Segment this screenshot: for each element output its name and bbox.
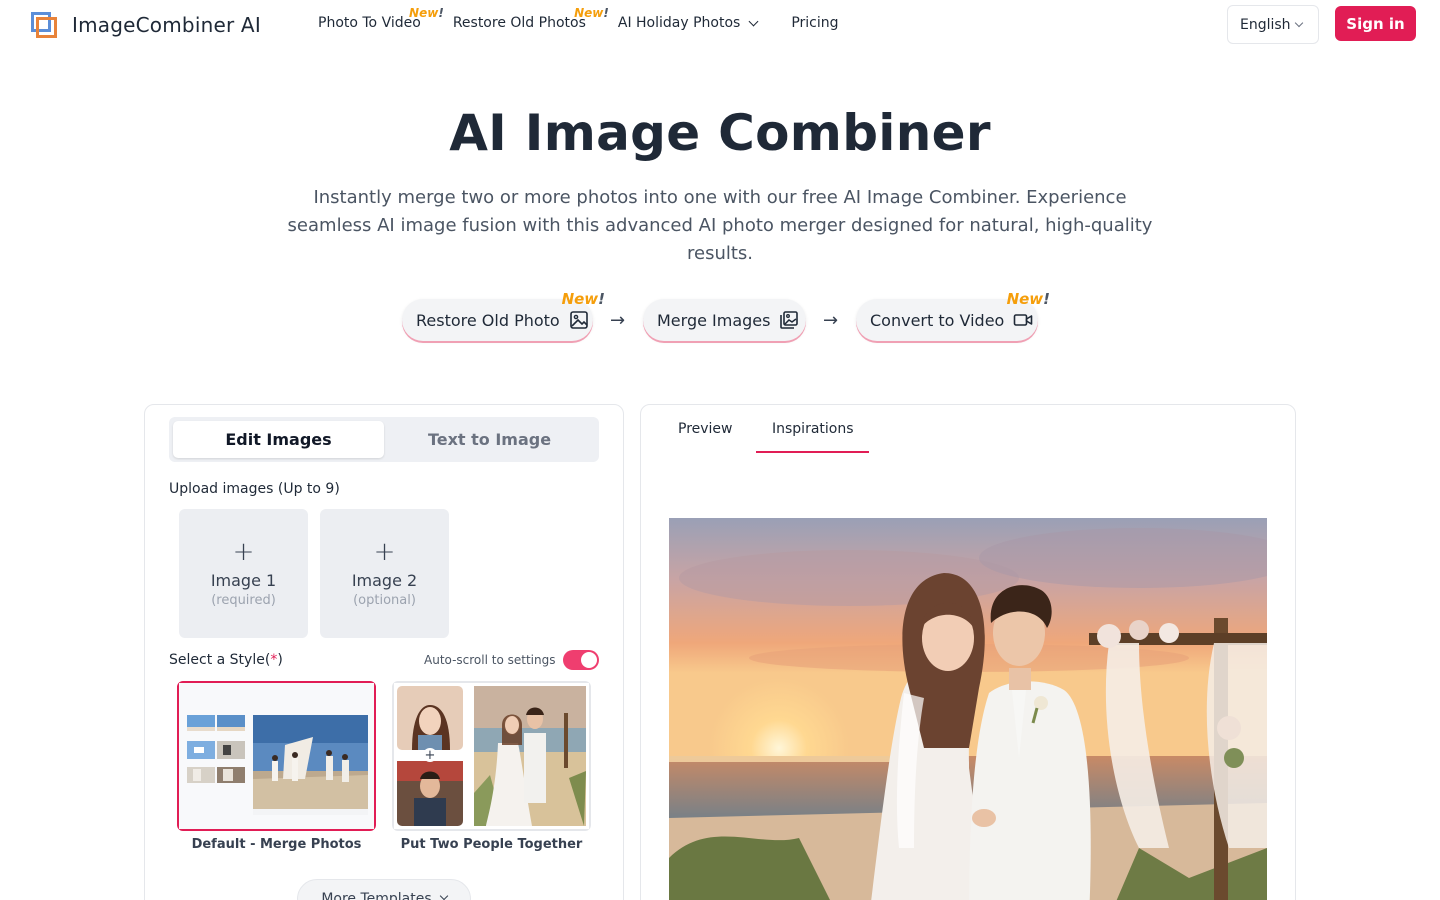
plus-icon: +	[232, 537, 255, 567]
template-put-two-people-together[interactable]: +	[392, 681, 591, 831]
upload-name: Image 2	[351, 571, 418, 590]
nav-label: Restore Old Photos	[452, 15, 586, 31]
chevron-down-icon	[1294, 18, 1303, 27]
upload-image-1[interactable]: + Image 1 (required)	[179, 509, 308, 638]
nav-pricing[interactable]: Pricing	[791, 15, 838, 31]
inspiration-image	[669, 518, 1267, 900]
page-subtitle: Instantly merge two or more photos into …	[287, 187, 1153, 264]
new-badge: New!	[574, 6, 609, 20]
language-select[interactable]: English	[1227, 5, 1319, 44]
more-templates-button[interactable]: More Templates	[297, 879, 471, 900]
style-label: Select a Style(*)	[169, 652, 283, 668]
convert-to-video-button[interactable]: Convert to Video New!	[856, 290, 1050, 341]
upload-image-2[interactable]: + Image 2 (optional)	[320, 509, 449, 638]
chevron-down-icon	[439, 891, 448, 900]
mode-tabs: Edit Images Text to Image	[169, 417, 599, 462]
nav-ai-holiday-photos[interactable]: AI Holiday Photos	[617, 15, 759, 31]
page-title: AI Image Combiner	[449, 104, 991, 162]
new-badge: New!	[561, 290, 605, 308]
top-nav-bar: ImageCombiner AI Photo To Video New! Res…	[0, 0, 1440, 48]
sign-in-button[interactable]: Sign in	[1335, 6, 1416, 41]
workflow-steps: Restore Old Photo New! → Merge Images → …	[0, 290, 1440, 343]
template-caption: Put Two People Together	[400, 837, 583, 852]
images-stack-icon	[779, 310, 799, 330]
template-thumbnail	[179, 683, 374, 829]
upload-label: Upload images (Up to 9)	[169, 481, 340, 497]
arrow-right-icon: →	[610, 310, 626, 331]
upload-note: (optional)	[353, 593, 416, 608]
language-label: English	[1240, 16, 1291, 33]
tab-inspirations[interactable]: Inspirations	[772, 421, 854, 437]
preview-panel: Preview Inspirations	[640, 404, 1296, 900]
template-default-merge-photos[interactable]	[177, 681, 376, 831]
video-camera-icon	[1013, 310, 1033, 330]
step-label: Merge Images	[657, 310, 771, 330]
auto-scroll-label: Auto-scroll to settings	[424, 653, 556, 667]
tab-text-to-image[interactable]: Text to Image	[384, 421, 595, 458]
step-label: Restore Old Photo	[416, 310, 560, 330]
tab-edit-images[interactable]: Edit Images	[173, 421, 384, 458]
svg-text:+: +	[425, 748, 436, 763]
arrow-right-icon: →	[823, 310, 839, 331]
nav-photo-to-video[interactable]: Photo To Video New!	[318, 6, 444, 31]
logo-text: ImageCombiner AI	[72, 13, 261, 37]
template-thumbnail: +	[394, 683, 589, 829]
upload-name: Image 1	[210, 571, 277, 590]
step-label: Convert to Video	[870, 310, 1005, 330]
upload-note: (required)	[211, 593, 276, 608]
template-caption: Default - Merge Photos	[191, 837, 362, 852]
new-badge: New!	[409, 6, 444, 20]
nav-label: Photo To Video	[318, 15, 421, 31]
tab-preview[interactable]: Preview	[678, 421, 733, 437]
chevron-down-icon	[748, 16, 759, 26]
more-templates-label: More Templates	[321, 891, 432, 900]
nav-label: AI Holiday Photos	[617, 15, 741, 31]
image-icon	[569, 310, 589, 330]
nav-label: Pricing	[791, 15, 839, 31]
nav-restore-old-photos[interactable]: Restore Old Photos New!	[452, 6, 609, 31]
plus-icon: +	[373, 537, 396, 567]
auto-scroll-toggle[interactable]	[563, 650, 599, 670]
logo-link[interactable]: ImageCombiner AI	[30, 11, 261, 39]
logo-icon	[30, 11, 58, 39]
merge-images-button[interactable]: Merge Images	[643, 299, 806, 341]
editor-panel: Edit Images Text to Image Upload images …	[144, 404, 624, 900]
main-nav: Photo To Video New! Restore Old Photos N…	[318, 6, 871, 31]
new-badge: New!	[1006, 290, 1050, 308]
active-tab-indicator	[756, 451, 869, 453]
restore-old-photo-button[interactable]: Restore Old Photo New!	[402, 290, 605, 341]
